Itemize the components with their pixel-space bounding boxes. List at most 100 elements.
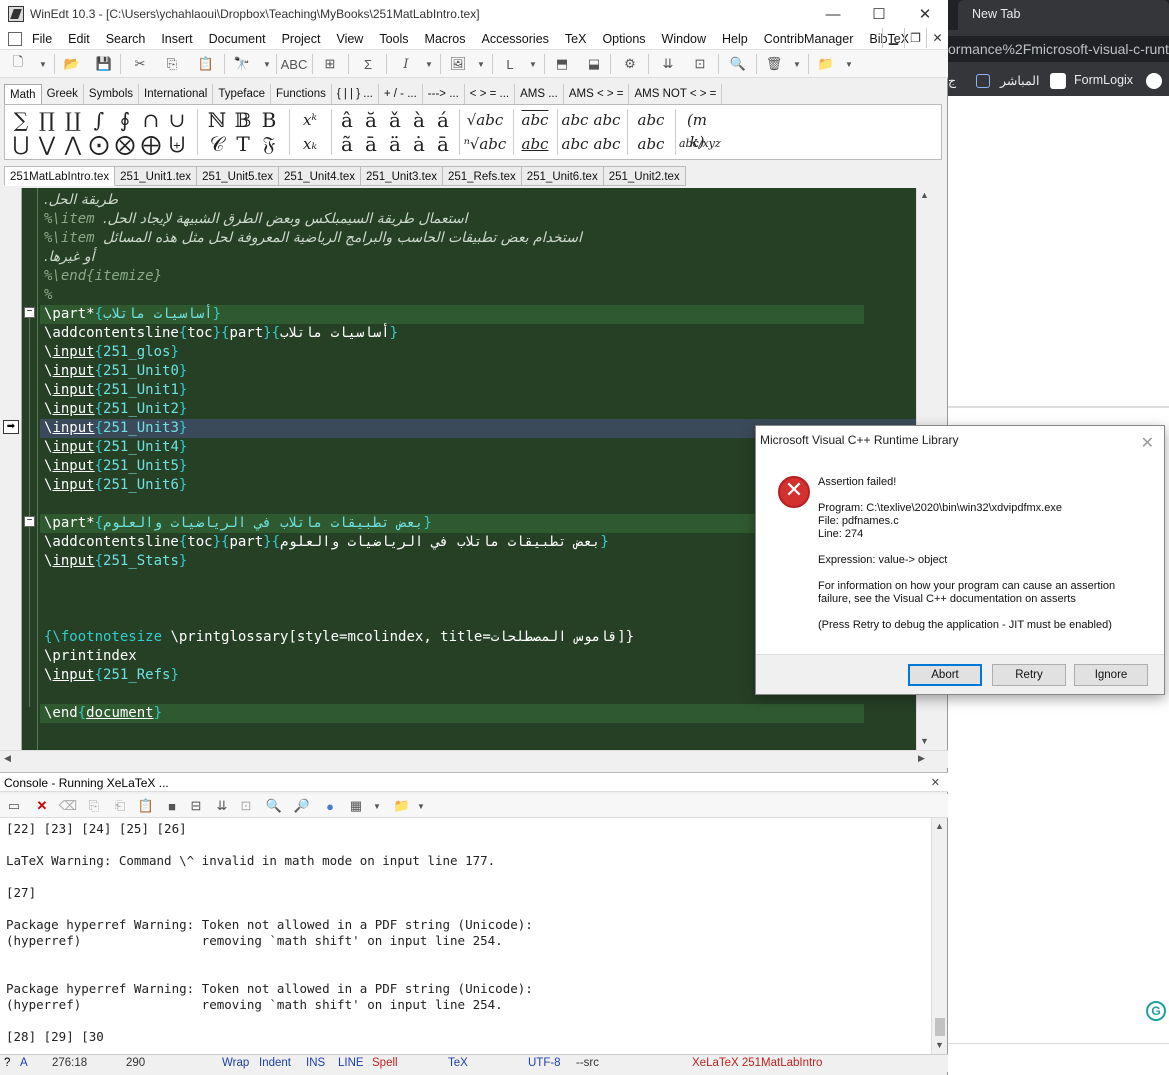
math-symbol[interactable]: ∩ xyxy=(139,109,163,131)
math-symbol[interactable]: ∮ xyxy=(113,109,137,131)
editor-line[interactable]: %\item استخدام بعض تطبيقات الحاسب والبرا… xyxy=(44,229,582,248)
project-dropdown-icon[interactable]: ▼ xyxy=(844,54,854,74)
math-symbol[interactable]: B xyxy=(257,109,281,131)
math-symbol[interactable]: ā xyxy=(431,133,455,155)
doc-tab[interactable]: 251_Unit2.tex xyxy=(603,166,686,186)
console-cmd-icon[interactable]: ⊟ xyxy=(186,796,206,816)
tab-greek[interactable]: Greek xyxy=(42,84,84,104)
math-symbol[interactable]: ∫ xyxy=(87,109,111,131)
menu-view[interactable]: View xyxy=(328,32,371,46)
stop-icon[interactable]: ⊡ xyxy=(690,54,710,74)
menu-tex[interactable]: TeX xyxy=(557,32,595,46)
menu-contribmanager[interactable]: ContribManager xyxy=(756,32,862,46)
console-clipboard-icon[interactable]: 📋 xyxy=(136,796,156,816)
copy-icon[interactable]: ⎘ xyxy=(162,54,182,74)
close-button[interactable]: ✕ xyxy=(902,0,948,28)
menu-macros[interactable]: Macros xyxy=(417,32,474,46)
status-encoding[interactable]: UTF-8 xyxy=(528,1055,561,1072)
status-compiler[interactable]: XeLaTeX 251MatLabIntro xyxy=(692,1055,822,1072)
math-symbol[interactable]: abc xyxy=(517,133,553,155)
status-spell[interactable]: Spell xyxy=(372,1055,398,1072)
console-search-next-icon[interactable]: 🔎 xyxy=(292,796,312,816)
console-table-icon[interactable]: ▦ xyxy=(346,796,366,816)
status-src[interactable]: --src xyxy=(576,1055,599,1072)
doc-tab[interactable]: 251_Unit4.tex xyxy=(279,166,361,186)
editor-line[interactable]: \input{251_Stats} xyxy=(44,552,187,571)
status-indent[interactable]: Indent xyxy=(259,1055,291,1072)
editor-line[interactable]: \input{251_Unit0} xyxy=(44,362,187,381)
browser-tab[interactable]: New Tab xyxy=(958,0,1169,30)
editor-line[interactable]: \end{document} xyxy=(44,704,162,723)
status-line-mode[interactable]: LINE xyxy=(338,1055,364,1072)
doc-tab[interactable]: 251_Unit5.tex xyxy=(197,166,280,186)
status-ins[interactable]: INS xyxy=(306,1055,325,1072)
bookmark-live[interactable]: المباشر xyxy=(1000,73,1039,88)
scroll-thumb[interactable] xyxy=(935,1018,945,1036)
math-symbol[interactable]: à xyxy=(407,109,431,131)
scroll-right-icon[interactable]: ▶ xyxy=(918,753,925,764)
console-paste-icon[interactable]: ⎗ xyxy=(110,796,130,816)
math-symbol[interactable]: 𝒞 xyxy=(205,133,229,155)
menu-window[interactable]: Window xyxy=(654,32,714,46)
console-vertical-scrollbar[interactable]: ▲ ▼ xyxy=(931,818,947,1054)
console-output[interactable]: [22] [23] [24] [25] [26] LaTeX Warning: … xyxy=(0,818,932,1054)
math-symbol[interactable]: á xyxy=(431,109,455,131)
fold-toggle-icon[interactable]: − xyxy=(24,516,35,527)
tab-symbols[interactable]: Symbols xyxy=(84,84,140,104)
bookmark-fragment[interactable]: ج xyxy=(948,73,956,88)
math-symbol[interactable]: ∪ xyxy=(165,109,189,131)
bookmark-formlogix[interactable]: FormLogix xyxy=(1074,73,1133,87)
editor-line[interactable]: \input{251_Unit2} xyxy=(44,400,187,419)
retry-button[interactable]: Retry xyxy=(992,664,1066,686)
document-icon[interactable] xyxy=(8,31,22,46)
compile-icon[interactable]: ⇊ xyxy=(658,54,678,74)
doc-tab[interactable]: 251_Unit6.tex xyxy=(521,166,604,186)
menu-insert[interactable]: Insert xyxy=(153,32,200,46)
editor-line[interactable]: %\item استعمال طريقة السيمبلكس وبعض الطر… xyxy=(44,210,468,229)
scroll-left-icon[interactable]: ◀ xyxy=(4,753,11,764)
status-mode[interactable]: A xyxy=(20,1055,28,1072)
image-dropdown-icon[interactable]: ▼ xyxy=(476,54,486,74)
doc-tab-active[interactable]: 251MatLabIntro.tex xyxy=(4,166,116,186)
mdi-close-button[interactable]: ✕ xyxy=(926,28,948,48)
math-symbol[interactable]: abc xyxy=(633,133,669,155)
menu-project[interactable]: Project xyxy=(274,32,329,46)
image-icon[interactable]: 🖼 xyxy=(448,54,468,74)
tree-icon[interactable]: ⊞ xyxy=(320,54,340,74)
math-symbol[interactable]: ⨄ xyxy=(165,133,189,155)
maximize-button[interactable]: ☐ xyxy=(856,0,902,28)
save-icon[interactable]: 💾 xyxy=(94,54,114,74)
console-compile-icon[interactable]: ⇊ xyxy=(212,796,232,816)
math-symbol[interactable]: ā xyxy=(359,133,383,155)
scroll-down-icon[interactable]: ▼ xyxy=(920,736,929,746)
minimize-button[interactable]: — xyxy=(810,0,856,28)
menu-file[interactable]: File xyxy=(24,32,60,46)
editor-line[interactable]: \input{251_Unit4} xyxy=(44,438,187,457)
console-table-dropdown-icon[interactable]: ▼ xyxy=(372,796,382,816)
console-erase-icon[interactable]: ⌫ xyxy=(58,796,78,816)
status-wrap[interactable]: Wrap xyxy=(222,1055,249,1072)
tab-functions[interactable]: Functions xyxy=(271,84,332,104)
italic-icon[interactable]: I xyxy=(396,54,416,74)
editor-line[interactable]: {\footnotesize \printglossary[style=mcol… xyxy=(44,628,634,647)
latex-dropdown-icon[interactable]: ▼ xyxy=(528,54,538,74)
tab-delimiters[interactable]: { | | } ... xyxy=(332,84,379,104)
grammarly-icon[interactable]: G xyxy=(1146,1001,1166,1021)
search-icon[interactable]: 🔍 xyxy=(728,54,748,74)
math-symbol[interactable]: ℕ xyxy=(205,109,229,131)
abort-button[interactable]: Abort xyxy=(908,664,982,686)
doc-tab[interactable]: 251_Unit3.tex xyxy=(361,166,443,186)
math-symbol[interactable]: abc xyxy=(559,133,591,155)
math-symbol[interactable]: â xyxy=(335,109,359,131)
editor-line[interactable]: \input{251_glos} xyxy=(44,343,179,362)
math-symbol[interactable]: ⨂ xyxy=(113,133,137,155)
pdf-icon[interactable]: ⬒ xyxy=(552,54,572,74)
latex-icon[interactable]: L xyxy=(500,54,520,74)
console-record-icon[interactable]: ● xyxy=(320,796,340,816)
doc-tab[interactable]: 251_Unit1.tex xyxy=(115,166,198,186)
editor-line[interactable]: \input{251_Unit1} xyxy=(44,381,187,400)
editor-line[interactable]: \part*{أساسيات ماتلاب} xyxy=(44,305,221,324)
console-copy-icon[interactable]: ⎘ xyxy=(84,796,104,816)
bookmark-gutter[interactable]: ➡ xyxy=(0,188,22,750)
doc-tab[interactable]: 251_Refs.tex xyxy=(442,166,522,186)
